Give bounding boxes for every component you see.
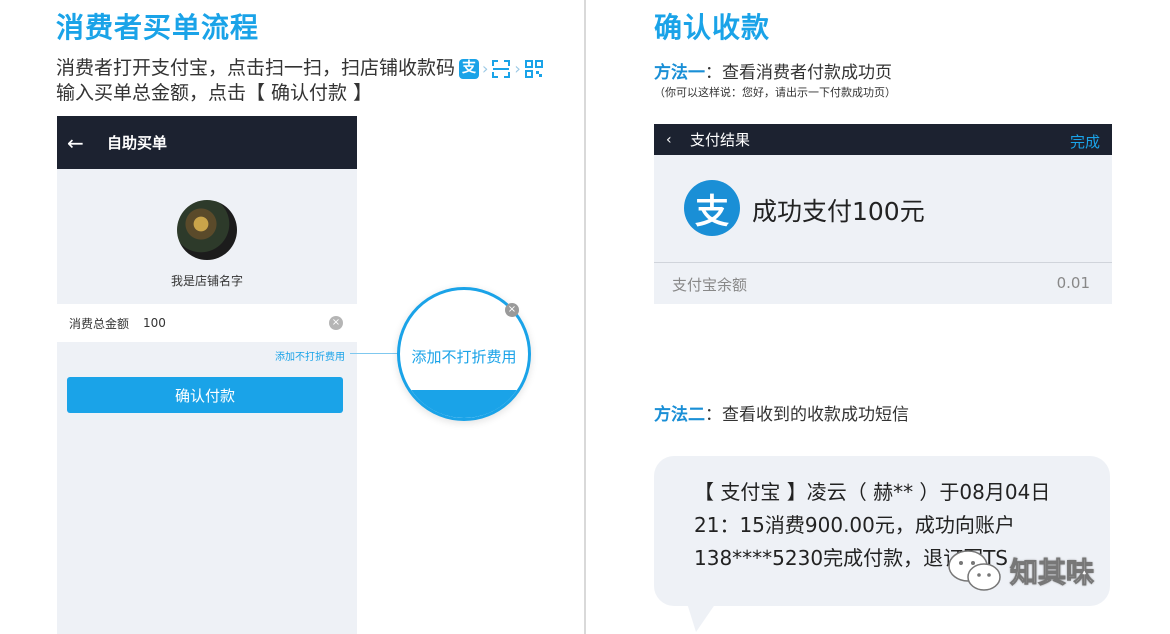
method-one-text: ：查看消费者付款成功页 — [705, 63, 892, 83]
add-fee-link[interactable]: 添加不打折费用 — [275, 348, 345, 363]
right-phone-title: 支付结果 — [690, 131, 751, 149]
left-phone-topbar: ← 自助买单 — [57, 116, 357, 169]
right-phone-topbar: ‹ 支付结果 完成 — [654, 124, 1112, 155]
left-phone-title: 自助买单 — [107, 134, 168, 152]
clear-icon[interactable]: × — [329, 316, 343, 330]
method-one-label: 方法一 — [654, 63, 705, 83]
watermark-text: 知其味 — [1009, 556, 1095, 590]
scan-icon — [492, 59, 511, 78]
shop-avatar — [177, 200, 237, 260]
left-title: 消费者买单流程 — [56, 11, 260, 44]
watermark: 知其味 — [946, 548, 1095, 594]
method-two-label: 方法二 — [654, 405, 705, 425]
center-divider — [584, 0, 586, 634]
method-two: 方法二：查看收到的收款成功短信 — [654, 400, 909, 425]
done-button[interactable]: 完成 — [1070, 131, 1100, 152]
back-chevron-icon[interactable]: ‹ — [666, 132, 686, 148]
instruction-line2: 输入买单总金额，点击【 确认付款 】 — [56, 82, 373, 104]
method-two-text: ：查看收到的收款成功短信 — [705, 405, 909, 425]
balance-label: 支付宝余额 — [672, 276, 748, 294]
close-icon: × — [505, 303, 519, 317]
wechat-icon — [948, 550, 1001, 591]
method-one: 方法一：查看消费者付款成功页 — [654, 58, 892, 83]
step-icons: 支 › › — [459, 56, 544, 81]
right-title: 确认收款 — [654, 11, 771, 44]
magnified-button-edge — [400, 390, 528, 418]
shop-name: 我是店铺名字 — [170, 274, 243, 288]
method-one-note: （你可以这样说：您好，请出示一下付款成功页） — [654, 86, 896, 99]
qr-code-icon — [524, 59, 543, 78]
alipay-logo-icon: 支 — [684, 180, 740, 236]
instruction-line1: 消费者打开支付宝，点击扫一扫，扫店铺收款码 — [56, 57, 456, 79]
chevron-right-icon: › — [482, 59, 489, 78]
instruction: 消费者打开支付宝，点击扫一扫，扫店铺收款码 支 › › 输入买单总金额，点击【 … — [56, 56, 544, 106]
confirm-payment-button[interactable]: 确认付款 — [67, 377, 343, 413]
amount-value[interactable]: 100 — [143, 316, 166, 330]
magnified-add-fee: 添加不打折费用 — [411, 348, 517, 366]
sms-bubble-tail — [686, 600, 718, 632]
back-arrow-icon[interactable]: ← — [67, 131, 97, 155]
separator — [654, 262, 1112, 263]
alipay-icon: 支 — [459, 58, 480, 79]
payment-success-text: 成功支付100元 — [752, 197, 925, 226]
amount-label: 消费总金额 — [69, 316, 130, 331]
amount-field[interactable]: 消费总金额 100 × — [57, 304, 357, 342]
right-phone-screen: ‹ 支付结果 完成 支 成功支付100元 支付宝余额 0.01 — [654, 124, 1112, 304]
balance-value: 0.01 — [1056, 274, 1090, 292]
chevron-right-icon: › — [514, 59, 521, 78]
left-phone-screen: ← 自助买单 我是店铺名字 消费总金额 100 × 添加不打折费用 确认付款 — [57, 116, 357, 634]
